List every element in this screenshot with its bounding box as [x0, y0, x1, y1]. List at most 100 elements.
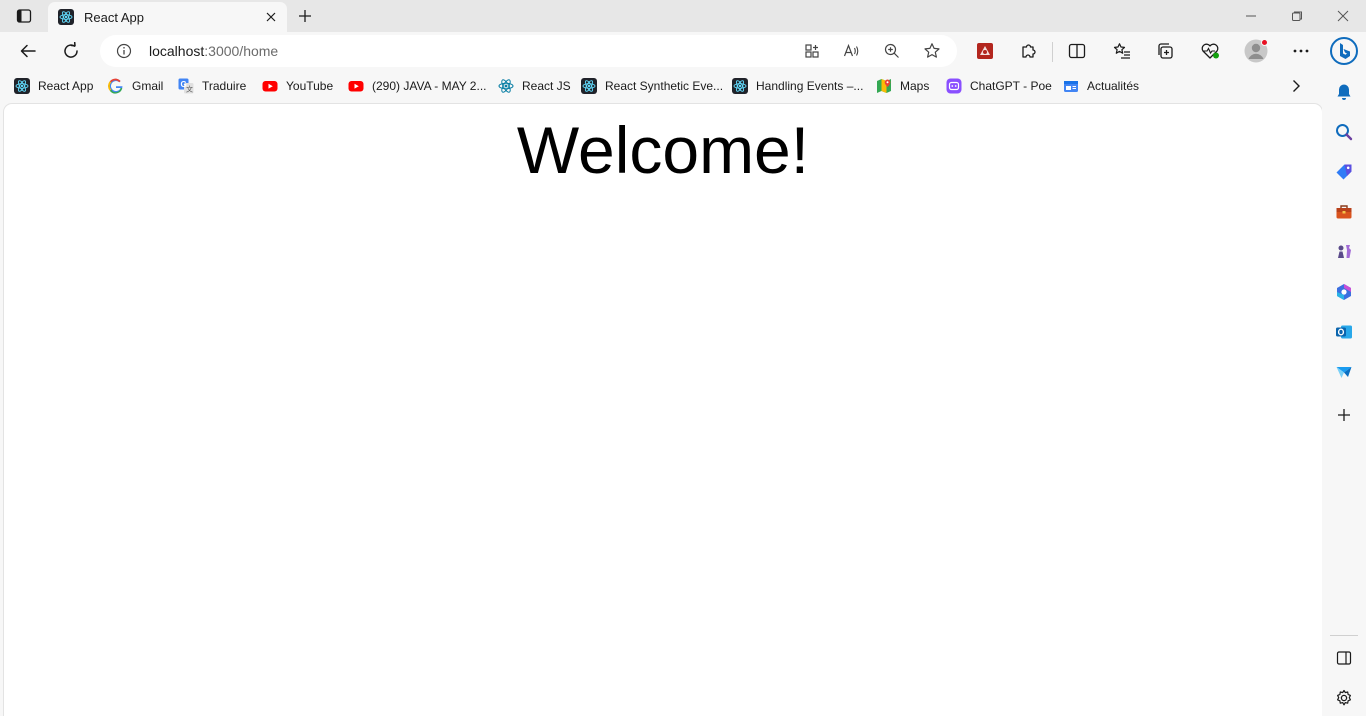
tab-actions-button[interactable] [12, 6, 36, 26]
favorite-label: Gmail [132, 79, 164, 93]
favorite-react-synthetic-events[interactable]: React Synthetic Eve... [581, 76, 723, 96]
toolbar-divider [1052, 42, 1053, 62]
favorite-youtube[interactable]: YouTube [262, 76, 333, 96]
restore-button[interactable] [1274, 0, 1320, 32]
favorite-label: YouTube [286, 79, 334, 93]
minimize-button[interactable] [1228, 0, 1274, 32]
tab-strip: React App [0, 0, 1366, 32]
extensions-button[interactable] [1014, 36, 1044, 66]
toolbar: localhost:3000/home [0, 32, 1366, 70]
sidebar-games[interactable] [1332, 240, 1356, 264]
react-icon [581, 78, 597, 94]
favorite-actualites[interactable]: Actualités [1063, 76, 1139, 96]
page-content: Welcome! [4, 104, 1322, 716]
settings-more-button[interactable] [1286, 36, 1316, 66]
sidebar-toggle-icon [1336, 651, 1352, 665]
read-aloud-icon[interactable] [841, 40, 863, 62]
tab-actions-icon [16, 9, 32, 23]
site-info-icon[interactable] [116, 43, 132, 59]
back-button[interactable] [13, 36, 43, 66]
split-screen-button[interactable] [1062, 36, 1092, 66]
performance-button[interactable] [1195, 36, 1225, 66]
refresh-button[interactable] [56, 36, 86, 66]
edge-sidebar [1322, 70, 1366, 716]
sidebar-tools[interactable] [1332, 200, 1356, 224]
paper-plane-icon [1336, 367, 1352, 378]
bell-icon [1337, 84, 1351, 100]
favorite-handling-events[interactable]: Handling Events –... [732, 76, 863, 96]
favorite-label: Traduire [202, 79, 247, 93]
address-bar[interactable]: localhost:3000/home [100, 35, 957, 67]
news-icon [1063, 78, 1079, 94]
url-path: :3000/home [204, 43, 279, 59]
favorites-bar: React App Gmail G文 Traduire YouTube (290… [0, 70, 1322, 102]
sidebar-microsoft365[interactable] [1332, 280, 1356, 304]
zoom-icon[interactable] [881, 40, 903, 62]
page-title: Welcome! [516, 113, 810, 187]
avatar [1244, 39, 1268, 63]
sidebar-search[interactable] [1332, 120, 1356, 144]
favorite-label: React JS [522, 79, 571, 93]
refresh-icon [64, 42, 78, 58]
favorite-label: ChatGPT - Poe [970, 79, 1052, 93]
favorite-label: Actualités [1087, 79, 1140, 93]
shopping-tag-icon [1336, 164, 1352, 180]
sidebar-shopping[interactable] [1332, 160, 1356, 184]
sidebar-settings-button[interactable] [1332, 686, 1356, 710]
youtube-icon [262, 78, 278, 94]
sidebar-drop[interactable] [1332, 360, 1356, 384]
puzzle-icon [1022, 44, 1036, 58]
close-tab-icon[interactable] [263, 9, 279, 25]
favorites-list-icon [1113, 43, 1130, 59]
favorite-star-icon[interactable] [921, 40, 943, 62]
favorite-label: (290) JAVA - MAY 2... [372, 79, 487, 93]
maps-icon [876, 78, 892, 94]
youtube-icon [348, 78, 364, 94]
new-tab-button[interactable] [294, 5, 316, 27]
sidebar-hide-button[interactable] [1332, 646, 1356, 670]
translate-icon: G文 [178, 78, 194, 94]
url-text[interactable]: localhost:3000/home [149, 43, 278, 59]
toolbox-icon [1336, 205, 1352, 219]
arrow-left-icon [20, 44, 36, 58]
favorite-gmail[interactable]: Gmail [108, 76, 163, 96]
outlook-icon [1336, 325, 1352, 339]
split-screen-icon [1068, 43, 1086, 59]
favorite-label: React App [38, 79, 94, 93]
sidebar-outlook[interactable] [1332, 320, 1356, 344]
restore-icon [1292, 11, 1302, 21]
react-icon [14, 78, 30, 94]
favorites-overflow-button[interactable] [1286, 76, 1306, 96]
react-icon [58, 9, 74, 25]
search-icon [1336, 124, 1353, 141]
favorite-java-may[interactable]: (290) JAVA - MAY 2... [348, 76, 487, 96]
app-available-icon[interactable] [801, 40, 823, 62]
extension-red-button[interactable] [970, 36, 1000, 66]
bing-copilot-icon [1330, 37, 1358, 65]
plus-icon [299, 10, 311, 22]
favorite-traduire[interactable]: G文 Traduire [178, 76, 246, 96]
collections-button[interactable] [1150, 36, 1180, 66]
favorite-chatgpt-poe[interactable]: ChatGPT - Poe [946, 76, 1052, 96]
favorite-maps[interactable]: Maps [876, 76, 929, 96]
url-host: localhost [149, 43, 205, 59]
sidebar-divider [1330, 635, 1358, 636]
react-icon [498, 78, 514, 94]
react-icon [732, 78, 748, 94]
close-window-button[interactable] [1320, 0, 1366, 32]
favorite-react-app[interactable]: React App [14, 76, 93, 96]
chevron-right-icon [1293, 80, 1300, 92]
favorite-react-js[interactable]: React JS [498, 76, 571, 96]
sidebar-add-button[interactable] [1332, 403, 1356, 427]
sidebar-notifications[interactable] [1332, 80, 1356, 104]
tab-react-app[interactable]: React App [48, 2, 287, 32]
chess-icon [1338, 245, 1351, 258]
gear-icon [1337, 689, 1351, 706]
favorites-button[interactable] [1107, 36, 1137, 66]
heart-pulse-icon [1201, 43, 1219, 59]
close-icon [1337, 10, 1349, 22]
favorite-label: Maps [900, 79, 930, 93]
more-horizontal-icon [1293, 49, 1309, 53]
profile-button[interactable] [1241, 36, 1271, 66]
copilot-button[interactable] [1328, 34, 1360, 68]
